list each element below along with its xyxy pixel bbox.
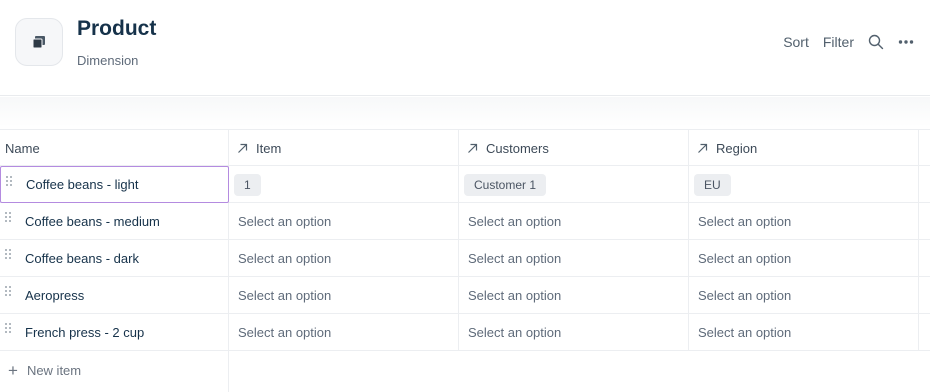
item-cell[interactable]: Select an option [229, 277, 459, 314]
table-row: Coffee beans - medium Select an option S… [0, 203, 930, 240]
header-actions: Sort Filter [769, 32, 914, 52]
page-title: Product [77, 17, 157, 40]
column-header-customers[interactable]: Customers [459, 130, 689, 167]
more-horizontal-icon[interactable] [898, 39, 914, 45]
table-row: Aeropress Select an option Select an opt… [0, 277, 930, 314]
row-name: Coffee beans - medium [25, 214, 160, 229]
header-shadow [0, 97, 930, 127]
row-name-cell[interactable]: Coffee beans - light [0, 166, 229, 203]
drag-handle-icon[interactable] [5, 249, 13, 261]
row-name-cell[interactable]: Coffee beans - dark [0, 240, 229, 277]
column-header-label: Region [716, 141, 758, 156]
row-name: Aeropress [25, 288, 85, 303]
column-header-item[interactable]: Item [229, 130, 459, 167]
new-item-button[interactable]: + New item [8, 362, 81, 379]
item-cell[interactable]: Select an option [229, 314, 459, 351]
row-name-cell[interactable]: Aeropress [0, 277, 229, 314]
row-name-cell[interactable]: Coffee beans - medium [0, 203, 229, 240]
search-icon[interactable] [868, 34, 884, 50]
customers-cell[interactable]: Select an option [459, 240, 689, 277]
row-name: French press - 2 cup [25, 325, 145, 340]
row-name: Coffee beans - dark [25, 251, 139, 266]
plus-icon: + [8, 361, 18, 380]
arrow-up-right-icon [467, 143, 478, 154]
page-subtitle: Dimension [77, 53, 139, 68]
data-table: Name Item Customers Region Coffee beans … [0, 129, 930, 351]
filter-button[interactable]: Filter [823, 34, 854, 50]
customer-chip: Customer 1 [464, 173, 547, 196]
region-chip: EU [694, 173, 731, 196]
column-header-region[interactable]: Region [689, 130, 919, 167]
arrow-up-right-icon [697, 143, 708, 154]
table-row: French press - 2 cup Select an option Se… [0, 314, 930, 351]
region-cell[interactable]: Select an option [689, 203, 919, 240]
column-header-label: Item [256, 141, 282, 156]
column-header-name[interactable]: Name [0, 130, 229, 167]
row-name: Coffee beans - light [26, 177, 139, 192]
drag-handle-icon[interactable] [5, 212, 13, 224]
column-divider [228, 351, 229, 392]
item-cell[interactable]: 1 [229, 166, 459, 203]
table-row: Coffee beans - light 1 Customer 1 EU [0, 166, 930, 203]
drag-handle-icon[interactable] [6, 176, 14, 188]
region-cell[interactable]: Select an option [689, 314, 919, 351]
customers-cell[interactable]: Select an option [459, 203, 689, 240]
sort-button[interactable]: Sort [783, 34, 809, 50]
customers-cell[interactable]: Select an option [459, 277, 689, 314]
region-cell[interactable]: Select an option [689, 240, 919, 277]
item-chip: 1 [234, 173, 261, 196]
table-header-row: Name Item Customers Region [0, 129, 930, 167]
table-row: Coffee beans - dark Select an option Sel… [0, 240, 930, 277]
drag-handle-icon[interactable] [5, 323, 13, 335]
column-header-label: Name [5, 141, 40, 156]
region-cell[interactable]: EU [689, 166, 919, 203]
region-cell[interactable]: Select an option [689, 277, 919, 314]
drag-handle-icon[interactable] [5, 286, 13, 298]
arrow-up-right-icon [237, 143, 248, 154]
item-cell[interactable]: Select an option [229, 240, 459, 277]
customers-cell[interactable]: Customer 1 [459, 166, 689, 203]
column-header-label: Customers [486, 141, 549, 156]
new-item-label: New item [26, 363, 82, 378]
cube-icon [15, 18, 63, 66]
page-header: Product Dimension Sort Filter [0, 0, 930, 96]
customers-cell[interactable]: Select an option [459, 314, 689, 351]
item-cell[interactable]: Select an option [229, 203, 459, 240]
row-name-cell[interactable]: French press - 2 cup [0, 314, 229, 351]
